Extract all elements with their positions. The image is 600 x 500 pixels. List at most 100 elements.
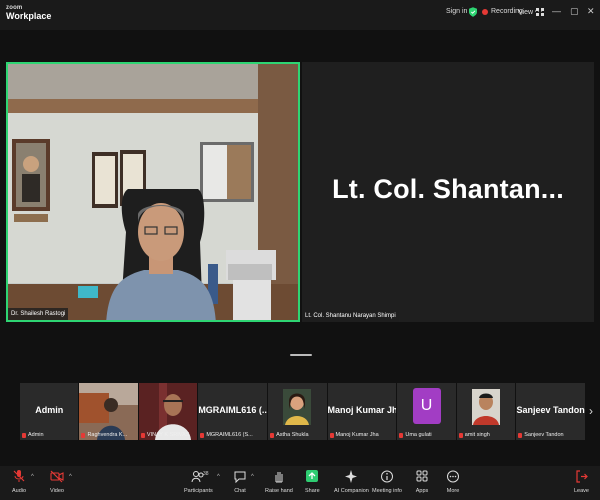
- speaker-a-video-frame: [8, 64, 298, 320]
- sign-in-link[interactable]: Sign in: [446, 8, 467, 15]
- participant-tag: Manoj Kumar Jha: [329, 432, 379, 438]
- video-tile-speaker-b[interactable]: Lt. Col. Shantan... Lt. Col. Shantanu Na…: [302, 62, 594, 322]
- participant-tag-label: Admin: [28, 432, 44, 438]
- chevron-right-icon[interactable]: ›: [589, 404, 593, 418]
- maximize-icon[interactable]: ▢: [570, 6, 579, 17]
- logo-bottom: Workplace: [6, 11, 52, 21]
- hand-icon: [275, 472, 283, 483]
- meeting-info-label: Meeting info: [372, 488, 402, 494]
- participant-tile-uma[interactable]: U Uma gulati: [397, 383, 456, 440]
- participant-display-name: Sanjeev Tandon: [516, 405, 585, 415]
- participant-tile-manoj[interactable]: Manoj Kumar Jha Manoj Kumar Jha: [327, 383, 397, 440]
- participant-tile-raghvendra[interactable]: Raghvendra K...: [79, 383, 138, 440]
- shield-icon[interactable]: [469, 7, 477, 17]
- amit-avatar: [472, 389, 500, 425]
- video-off-icon: [50, 470, 64, 483]
- participant-tile-vinay[interactable]: VINAY K SRIVAS: [138, 383, 198, 440]
- letter-avatar: U: [412, 388, 441, 424]
- participant-tile-sanjeev[interactable]: Sanjeev Tandon Sanjeev Tandon: [516, 383, 586, 440]
- chat-caret-icon[interactable]: ^: [251, 474, 254, 480]
- more-options-icon[interactable]: ⋯: [534, 6, 543, 17]
- participant-tile-amit[interactable]: amit singh: [456, 383, 516, 440]
- participant-tag: Admin: [22, 432, 44, 438]
- muted-mic-icon: [270, 432, 275, 438]
- participants-count: 38: [203, 471, 209, 477]
- participant-tag-label: Manoj Kumar Jha: [335, 432, 379, 438]
- share-button[interactable]: Share: [305, 470, 320, 494]
- speaker-b-display-name: Lt. Col. Shantan...: [332, 174, 564, 204]
- leave-icon: [575, 470, 588, 483]
- audio-label: Audio: [12, 488, 27, 494]
- leave-button[interactable]: Leave: [574, 470, 589, 494]
- audio-options-caret-icon[interactable]: ^: [31, 474, 34, 480]
- video-button[interactable]: Video: [50, 470, 64, 494]
- audio-button[interactable]: Audio: [12, 470, 26, 494]
- participant-tag: Raghvendra K...: [81, 432, 127, 438]
- raise-hand-label: Raise hand: [265, 488, 293, 494]
- astha-avatar: [283, 389, 312, 425]
- muted-mic-icon: [200, 432, 205, 438]
- participant-tag: amit singh: [458, 432, 490, 438]
- apps-button[interactable]: Apps: [415, 470, 429, 494]
- chat-button[interactable]: Chat: [233, 470, 247, 494]
- participant-display-name: Manoj Kumar Jha: [327, 405, 397, 415]
- participant-tag: VINAY K SRIVAS: [140, 432, 190, 438]
- meeting-info-button[interactable]: Meeting info: [372, 470, 402, 494]
- participants-label: Participants: [184, 488, 213, 494]
- video-label: Video: [50, 488, 64, 494]
- muted-mic-icon: [22, 432, 26, 438]
- muted-mic-icon: [81, 432, 86, 438]
- participant-strip: Admin Admin Raghvendra K... VINAY K SRIV…: [20, 383, 586, 440]
- minimize-icon[interactable]: —: [552, 6, 561, 16]
- participant-tag-label: Astha Shukla: [276, 432, 309, 438]
- chat-icon: [234, 471, 246, 483]
- speaker-b-name-tag: Lt. Col. Shantanu Narayan Shimpi: [302, 310, 399, 322]
- info-icon: [380, 470, 393, 483]
- share-label: Share: [305, 488, 320, 494]
- participant-tag: Uma gulati: [399, 432, 432, 438]
- participant-tag: Astha Shukla: [270, 432, 309, 438]
- participant-tag-label: Uma gulati: [405, 432, 432, 438]
- recording-dot-icon: [482, 8, 488, 15]
- apps-label: Apps: [415, 488, 429, 494]
- participant-tile-admin[interactable]: Admin Admin: [20, 383, 79, 440]
- participant-display-name: MGRAIML616 (...: [198, 405, 268, 415]
- video-tile-speaker-a[interactable]: Dr. Shailesh Rastogi: [6, 62, 300, 322]
- video-options-caret-icon[interactable]: ^: [69, 474, 72, 480]
- raise-hand-button[interactable]: Raise hand: [265, 470, 293, 494]
- participant-tag-label: Sanjeev Tandon: [524, 432, 564, 438]
- participant-tile-mgraiml616[interactable]: MGRAIML616 (... MGRAIML616 (S...: [198, 383, 268, 440]
- muted-mic-icon: [140, 432, 145, 438]
- meeting-toolbar: Audio ^ Video ^ Participants 38 ^ Chat ^…: [0, 466, 600, 500]
- muted-mic-icon: [458, 432, 463, 438]
- speaker-a-name-tag: Dr. Shailesh Rastogi: [8, 308, 69, 320]
- muted-mic-icon: [329, 432, 334, 438]
- muted-mic-icon: [399, 432, 404, 438]
- more-label: More: [446, 488, 460, 494]
- title-bar: zoom Workplace Sign in Recording View ⋯ …: [0, 0, 600, 30]
- share-icon: [306, 470, 319, 482]
- participant-tag-label: amit singh: [464, 432, 490, 438]
- more-button[interactable]: More: [446, 470, 460, 494]
- participant-tile-astha[interactable]: Astha Shukla: [268, 383, 327, 440]
- resize-handle[interactable]: [290, 354, 312, 356]
- apps-icon: [416, 470, 428, 482]
- participant-tag-label: MGRAIML616 (S...: [206, 432, 253, 438]
- participant-display-name: Admin: [35, 405, 64, 415]
- ai-companion-label: AI Companion: [334, 488, 369, 494]
- close-icon[interactable]: ✕: [587, 6, 595, 17]
- muted-mic-icon: [518, 432, 523, 438]
- participant-tag-label: Raghvendra K...: [87, 432, 128, 438]
- muted-mic-icon: [13, 470, 25, 482]
- ai-companion-button[interactable]: AI Companion: [334, 470, 369, 494]
- view-label: View: [518, 8, 534, 16]
- participant-tag-label: VINAY K SRIVAS: [146, 432, 190, 438]
- participant-tag: Sanjeev Tandon: [518, 432, 564, 438]
- more-icon: [447, 470, 459, 483]
- participants-caret-icon[interactable]: ^: [217, 474, 220, 480]
- sparkle-icon: [345, 470, 358, 483]
- zoom-logo: zoom Workplace: [6, 5, 51, 21]
- chat-label: Chat: [234, 488, 246, 494]
- participant-tag: MGRAIML616 (S...: [200, 432, 253, 438]
- recording-indicator[interactable]: Recording: [482, 8, 523, 15]
